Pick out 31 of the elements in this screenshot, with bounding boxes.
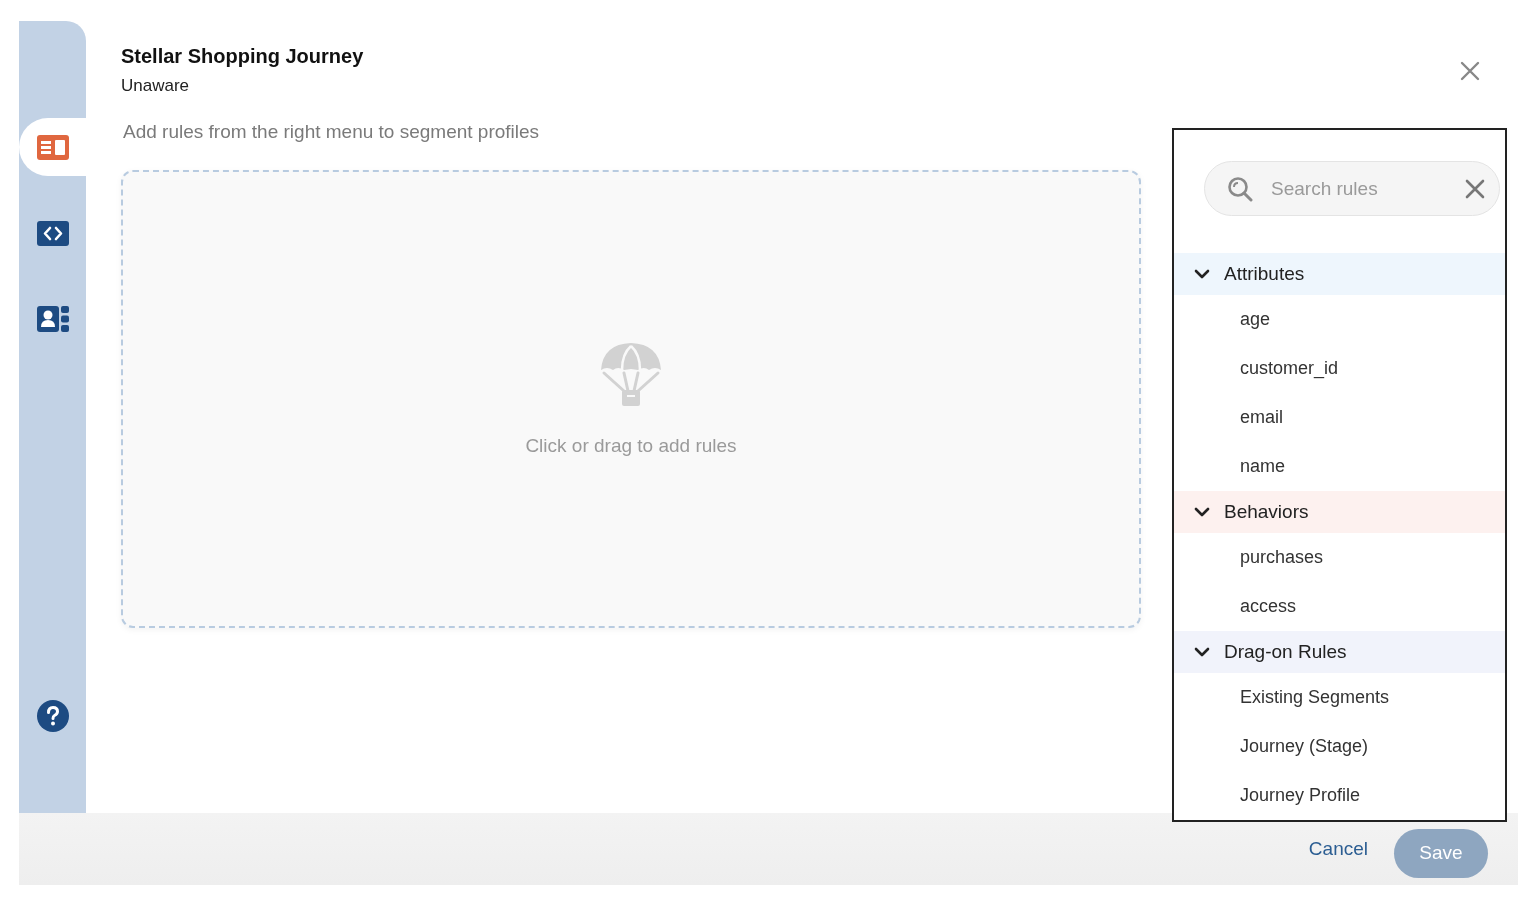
code-icon[interactable] <box>36 220 69 246</box>
search-field[interactable]: Search rules <box>1271 177 1447 200</box>
group-label: Attributes <box>1224 263 1305 285</box>
contact-card-icon[interactable] <box>36 306 69 332</box>
parachute-icon <box>600 341 662 407</box>
group-label: Behaviors <box>1224 501 1309 523</box>
rule-item[interactable]: email <box>1240 407 1283 428</box>
cancel-link[interactable]: Cancel <box>1306 834 1370 864</box>
rule-group-header[interactable]: Drag-on Rules <box>1174 631 1505 673</box>
rule-item[interactable]: purchases <box>1240 547 1324 568</box>
dialog-title: Stellar Shopping Journey <box>121 44 364 69</box>
instruction-text: Add rules from the right menu to segment profiles <box>123 120 541 144</box>
rule-item[interactable]: Existing Segments <box>1240 687 1390 708</box>
panel-layout-icon[interactable] <box>36 134 69 160</box>
rule-item[interactable]: customer_id <box>1240 358 1339 379</box>
clear-search-button[interactable] <box>1465 178 1485 199</box>
search-icon <box>1227 175 1253 202</box>
group-label: Drag-on Rules <box>1224 641 1347 663</box>
help-icon[interactable] <box>36 700 69 732</box>
rule-item[interactable]: name <box>1240 456 1286 477</box>
drop-hint: Click or drag to add rules <box>525 434 737 457</box>
stage-name: Unaware <box>121 75 191 97</box>
close-button[interactable] <box>1460 61 1480 81</box>
rule-item[interactable]: Journey (Stage) <box>1240 736 1369 757</box>
close-icon <box>1460 61 1480 81</box>
rule-group-header[interactable]: Attributes <box>1174 253 1505 295</box>
rule-item[interactable]: access <box>1240 596 1297 617</box>
rule-item[interactable]: age <box>1240 309 1271 330</box>
close-icon <box>1465 178 1485 199</box>
rule-group-header[interactable]: Behaviors <box>1174 491 1505 533</box>
rule-item[interactable]: Journey Profile <box>1240 785 1361 806</box>
